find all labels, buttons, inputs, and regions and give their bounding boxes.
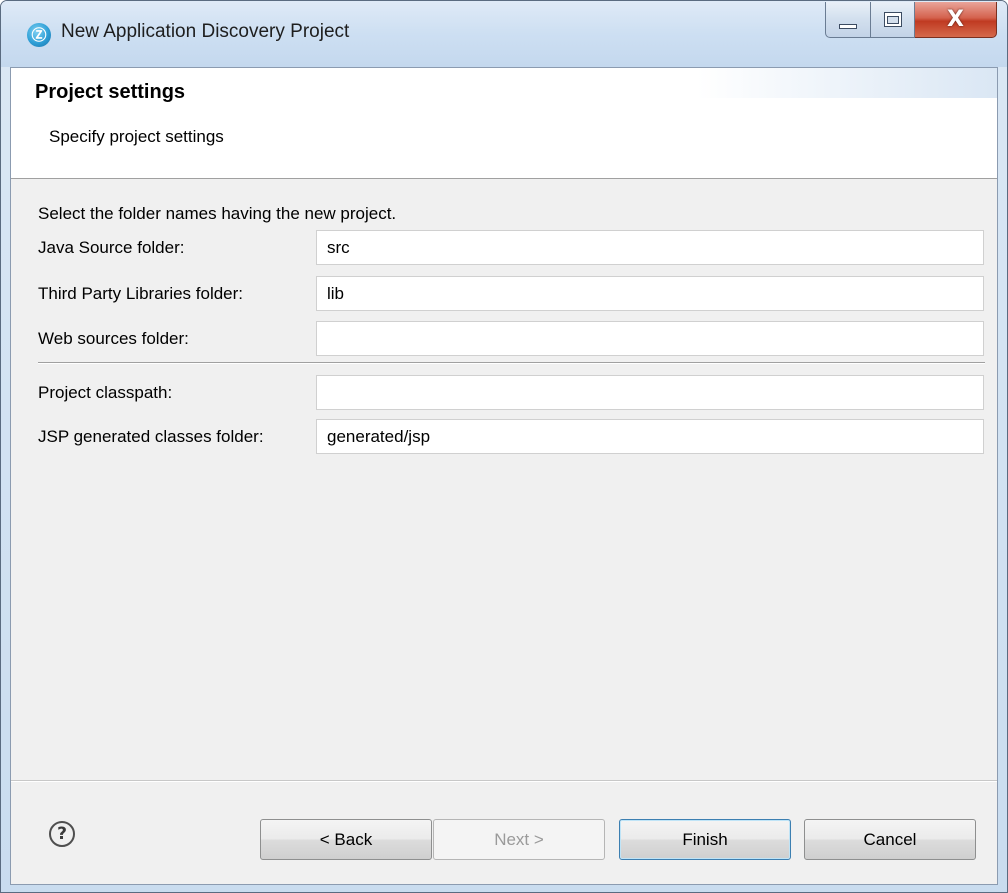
close-icon: X (947, 7, 964, 32)
banner-decoration (697, 68, 997, 98)
maximize-button[interactable] (871, 2, 915, 38)
web-sources-input[interactable] (316, 321, 984, 356)
field-row-web-sources: Web sources folder: (38, 321, 985, 357)
field-row-third-party-libs: Third Party Libraries folder: (38, 276, 985, 312)
maximize-icon (883, 12, 902, 27)
third-party-libraries-input[interactable] (316, 276, 984, 311)
finish-button[interactable]: Finish (619, 819, 791, 860)
title-bar[interactable]: Ⓩ New Application Discovery Project X (1, 1, 1007, 67)
project-classpath-input[interactable] (316, 375, 984, 410)
help-icon[interactable]: ? (49, 821, 75, 847)
window-title: New Application Discovery Project (61, 21, 350, 42)
page-title: Project settings (35, 81, 186, 103)
form-instruction: Select the folder names having the new p… (38, 204, 397, 223)
cancel-button[interactable]: Cancel (804, 819, 976, 860)
jsp-generated-classes-input[interactable] (316, 419, 984, 454)
dialog-window: Ⓩ New Application Discovery Project X Pr… (0, 0, 1008, 893)
field-row-jsp-generated: JSP generated classes folder: (38, 419, 985, 455)
close-button[interactable]: X (915, 2, 997, 38)
field-row-java-source: Java Source folder: (38, 230, 985, 266)
back-button[interactable]: < Back (260, 819, 432, 860)
dialog-content: Project settings Specify project setting… (10, 67, 998, 885)
next-button[interactable]: Next > (433, 819, 605, 860)
minimize-icon (839, 24, 857, 29)
footer-separator (11, 780, 997, 782)
project-classpath-label: Project classpath: (38, 383, 173, 402)
page-description: Specify project settings (49, 127, 224, 146)
jsp-generated-classes-label: JSP generated classes folder: (38, 427, 264, 446)
minimize-button[interactable] (825, 2, 871, 38)
web-sources-label: Web sources folder: (38, 329, 189, 348)
third-party-libraries-label: Third Party Libraries folder: (38, 284, 244, 303)
java-source-label: Java Source folder: (38, 238, 185, 257)
wizard-banner: Project settings Specify project setting… (11, 68, 997, 179)
caption-buttons: X (825, 2, 997, 38)
java-source-input[interactable] (316, 230, 984, 265)
app-discovery-icon: Ⓩ (27, 23, 51, 47)
form-separator (38, 362, 985, 364)
field-row-project-classpath: Project classpath: (38, 375, 985, 411)
